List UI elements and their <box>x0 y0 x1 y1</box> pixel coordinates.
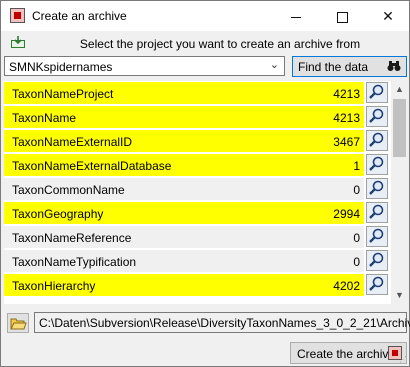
table-row-cell: TaxonNameProject 4213 <box>4 82 364 104</box>
row-count-label: 0 <box>353 183 360 197</box>
table-list: TaxonNameProject 4213 TaxonName 4213 TaxonNa… <box>4 81 391 304</box>
project-select-value: SMNKspidernames <box>9 60 113 74</box>
table-row: TaxonNameProject 4213 <box>4 81 391 105</box>
row-count-label: 3467 <box>333 135 360 149</box>
table-row: TaxonHierarchy 4202 <box>4 273 391 297</box>
magnifier-icon <box>369 132 384 147</box>
magnifier-icon <box>369 276 384 291</box>
table-row-cell: TaxonName 4213 <box>4 106 364 128</box>
row-count-label: 4202 <box>333 279 360 293</box>
app-icon <box>10 8 25 23</box>
table-row: TaxonNameTypification 0 <box>4 249 391 273</box>
resize-grip-icon[interactable]: ⋰ <box>399 355 407 364</box>
project-select[interactable]: SMNKspidernames ⌄ <box>4 56 285 76</box>
table-row: TaxonNameExternalDatabase 1 <box>4 153 391 177</box>
table-name-label: TaxonCommonName <box>12 183 125 197</box>
folder-icon <box>10 318 27 330</box>
view-table-button[interactable] <box>366 274 388 295</box>
magnifier-icon <box>369 180 384 195</box>
table-name-label: TaxonNameExternalDatabase <box>12 159 172 173</box>
table-row-cell: TaxonHierarchy 4202 <box>4 274 364 296</box>
find-data-label: Find the data <box>298 60 369 74</box>
scroll-up-icon[interactable]: ▲ <box>391 81 408 98</box>
table-row: TaxonNameReference 0 <box>4 225 391 249</box>
open-folder-button[interactable] <box>7 313 29 333</box>
magnifier-icon <box>369 204 384 219</box>
view-table-button[interactable] <box>366 202 388 223</box>
create-archive-button[interactable]: Create the archive <box>290 342 407 364</box>
row-count-label: 0 <box>353 255 360 269</box>
create-archive-label: Create the archive <box>297 347 396 361</box>
row-count-label: 4213 <box>333 87 360 101</box>
scroll-thumb[interactable] <box>393 99 406 157</box>
table-row-cell: TaxonGeography 2994 <box>4 202 364 224</box>
table-name-label: TaxonNameProject <box>12 87 114 101</box>
table-name-label: TaxonNameReference <box>12 231 132 245</box>
archive-path-field[interactable]: C:\Daten\Subversion\Release\DiversityTax… <box>34 312 410 333</box>
maximize-button[interactable] <box>319 1 365 31</box>
row-count-label: 4213 <box>333 111 360 125</box>
table-name-label: TaxonGeography <box>12 207 104 221</box>
table-name-label: TaxonHierarchy <box>12 279 96 293</box>
table-row-cell: TaxonNameReference 0 <box>4 226 364 248</box>
minimize-icon <box>291 16 301 18</box>
table-row-cell: TaxonCommonName 0 <box>4 178 364 200</box>
archive-dialog: Create an archive ✕ Select the project y… <box>0 0 410 367</box>
magnifier-icon <box>369 156 384 171</box>
minimize-button[interactable] <box>273 1 319 31</box>
view-table-button[interactable] <box>366 250 388 271</box>
row-count-label: 2994 <box>333 207 360 221</box>
maximize-icon <box>336 11 348 23</box>
table-row-cell: TaxonNameExternalDatabase 1 <box>4 154 364 176</box>
magnifier-icon <box>369 228 384 243</box>
table-row-cell: TaxonNameExternalID 3467 <box>4 130 364 152</box>
table-row: TaxonGeography 2994 <box>4 201 391 225</box>
close-button[interactable]: ✕ <box>365 1 410 31</box>
view-table-button[interactable] <box>366 154 388 175</box>
row-count-label: 1 <box>353 159 360 173</box>
table-row-cell: TaxonNameTypification 0 <box>4 250 364 272</box>
table-row: TaxonNameExternalID 3467 <box>4 129 391 153</box>
table-name-label: TaxonName <box>12 111 77 125</box>
view-table-button[interactable] <box>366 82 388 103</box>
table-name-label: TaxonNameTypification <box>12 255 137 269</box>
chevron-down-icon: ⌄ <box>269 59 279 71</box>
magnifier-icon <box>369 108 384 123</box>
magnifier-icon <box>369 84 384 99</box>
find-data-button[interactable]: Find the data <box>292 56 407 77</box>
table-name-label: TaxonNameExternalID <box>12 135 133 149</box>
window-title: Create an archive <box>32 9 127 23</box>
scroll-down-icon[interactable]: ▼ <box>391 287 408 304</box>
magnifier-icon <box>369 252 384 267</box>
instruction-label: Select the project you want to create an… <box>79 37 361 51</box>
table-row: TaxonName 4213 <box>4 105 391 129</box>
close-icon: ✕ <box>382 8 394 24</box>
view-table-button[interactable] <box>366 130 388 151</box>
archive-path-value: C:\Daten\Subversion\Release\DiversityTax… <box>39 316 410 330</box>
table-row: TaxonCommonName 0 <box>4 177 391 201</box>
row-count-label: 0 <box>353 231 360 245</box>
title-bar: Create an archive ✕ <box>1 1 409 31</box>
binoculars-icon <box>387 61 401 71</box>
view-table-button[interactable] <box>366 178 388 199</box>
view-table-button[interactable] <box>366 226 388 247</box>
view-table-button[interactable] <box>366 106 388 127</box>
vertical-scrollbar[interactable]: ▲ ▼ <box>391 81 408 304</box>
